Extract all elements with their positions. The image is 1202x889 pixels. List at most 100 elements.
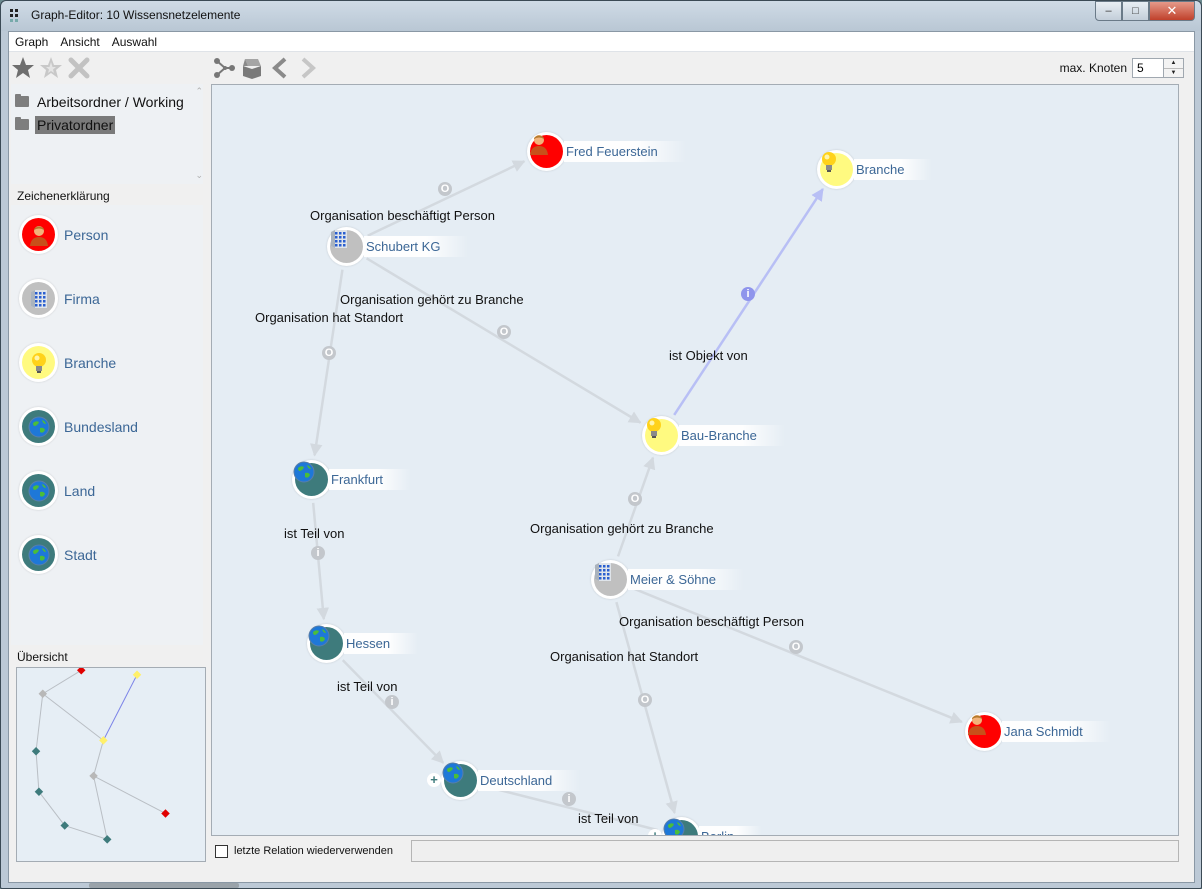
spin-up-button[interactable]: ▲ — [1164, 59, 1183, 68]
graph-node-hessen[interactable]: Hessen — [307, 624, 419, 663]
horizontal-scrollbar[interactable] — [89, 883, 239, 888]
legend-item-person[interactable]: Person — [19, 215, 108, 254]
spin-down-button[interactable]: ▼ — [1164, 67, 1183, 78]
legend-item-firma[interactable]: Firma — [19, 279, 100, 318]
scroll-down-icon[interactable]: ⌄ — [195, 170, 203, 181]
node-circle — [965, 712, 1004, 751]
graph-canvas[interactable]: Organisation beschäftigt Person O Organisa… — [211, 84, 1179, 836]
app-window: Graph-Editor: 10 Wissensnetzelemente – □… — [0, 0, 1202, 889]
chevron-right-icon[interactable] — [296, 56, 320, 80]
delete-x-icon[interactable] — [67, 56, 91, 80]
box-open-icon[interactable] — [240, 56, 264, 80]
star-outline-icon[interactable] — [39, 56, 63, 80]
reuse-relation-label: letzte Relation wiederverwenden — [234, 845, 393, 857]
menu-graph[interactable]: Graph — [15, 35, 48, 49]
legend-item-bundesland[interactable]: Bundesland — [19, 407, 138, 446]
client-area: Graph Ansicht Auswahl max. Knoten 5 ▲ ▼ … — [8, 31, 1195, 883]
cardinality-badge[interactable]: O — [789, 640, 803, 654]
minimap-edge — [93, 775, 166, 814]
star-filled-icon[interactable] — [11, 56, 35, 80]
graph-node-meier[interactable]: Meier & Söhne — [591, 560, 744, 599]
node-circle — [642, 416, 681, 455]
legend-title: Zeichenerklärung — [17, 189, 110, 203]
close-button[interactable]: ✕ — [1149, 1, 1195, 21]
cardinality-badge[interactable]: O — [322, 346, 336, 360]
graph-node-bau[interactable]: Bau-Branche — [642, 416, 785, 455]
edge-meier-berlin[interactable] — [615, 601, 678, 815]
legend-label: Stadt — [64, 546, 97, 563]
legend-label: Person — [64, 226, 109, 243]
edge-label[interactable]: Organisation beschäftigt Person — [310, 208, 495, 223]
graph-node-branche[interactable]: Branche — [817, 150, 933, 189]
graph-toolbar — [212, 54, 320, 82]
edge-label[interactable]: ist Teil von — [337, 679, 397, 694]
window-title: Graph-Editor: 10 Wissensnetzelemente — [31, 8, 241, 22]
edge-label[interactable]: Organisation gehört zu Branche — [340, 292, 524, 307]
node-circle — [292, 460, 331, 499]
minimap-edge — [64, 825, 108, 840]
edge-frankfurt-hessen[interactable] — [311, 502, 330, 621]
edge-label[interactable]: Organisation hat Standort — [255, 310, 403, 325]
graph-branch-icon[interactable] — [212, 56, 236, 80]
max-nodes-label: max. Knoten — [1059, 61, 1127, 75]
graph-node-jana[interactable]: Jana Schmidt — [965, 712, 1111, 751]
info-icon[interactable]: i — [311, 546, 325, 560]
edge-label[interactable]: ist Objekt von — [669, 348, 748, 363]
edge-label[interactable]: Organisation beschäftigt Person — [619, 614, 804, 629]
graph-node-frankfurt[interactable]: Frankfurt — [292, 460, 412, 499]
graph-node-deutschland[interactable]: + Deutschland — [427, 761, 581, 800]
cardinality-badge[interactable]: O — [628, 492, 642, 506]
node-label: Schubert KG — [364, 236, 469, 257]
legend-item-stadt[interactable]: Stadt — [19, 535, 97, 574]
minimap-edge — [93, 775, 108, 840]
folder-label: Arbeitsordner / Working — [37, 93, 184, 110]
node-circle — [327, 227, 366, 266]
legend-circle — [19, 407, 58, 446]
edge-label[interactable]: ist Teil von — [578, 811, 638, 826]
edge-label[interactable]: Organisation gehört zu Branche — [530, 521, 714, 536]
person-icon — [22, 218, 55, 251]
graph-node-fred[interactable]: Fred Feuerstein — [527, 132, 686, 171]
edge-label[interactable]: Organisation hat Standort — [550, 649, 698, 664]
edge-schubert-fred[interactable] — [367, 160, 526, 237]
folder-list: Arbeitsordner / Working Privatordner ⌃ ⌄ — [11, 84, 203, 184]
minimap-node — [161, 809, 170, 818]
menu-ansicht[interactable]: Ansicht — [60, 35, 99, 49]
info-icon[interactable]: i — [741, 287, 755, 301]
folder-item-privatordner[interactable]: Privatordner — [11, 113, 203, 136]
cardinality-badge[interactable]: O — [438, 182, 452, 196]
legend-panel: Person Firma Branche Bundesland Land Stadt — [11, 205, 203, 645]
cardinality-badge[interactable]: O — [638, 693, 652, 707]
legend-item-land[interactable]: Land — [19, 471, 95, 510]
cardinality-badge[interactable]: O — [497, 325, 511, 339]
maximize-button[interactable]: □ — [1122, 1, 1149, 21]
expand-icon[interactable]: + — [427, 773, 441, 787]
title-bar[interactable]: Graph-Editor: 10 Wissensnetzelemente – □… — [1, 1, 1201, 31]
edge-meier-bau[interactable] — [616, 456, 656, 557]
folder-label: Privatordner — [35, 115, 116, 134]
edge-hessen-deutschland[interactable] — [341, 659, 445, 764]
graph-node-berlin[interactable]: + Berlin — [648, 817, 763, 835]
edge-schubert-bau[interactable] — [365, 257, 642, 424]
reuse-relation-checkbox[interactable] — [215, 844, 228, 858]
edge-schubert-frankfurt[interactable] — [310, 269, 344, 457]
lightbulb-icon — [645, 418, 678, 452]
expand-icon[interactable]: + — [648, 829, 662, 835]
chevron-left-icon[interactable] — [268, 56, 292, 80]
legend-item-branche[interactable]: Branche — [19, 343, 116, 382]
edge-label[interactable]: ist Teil von — [284, 526, 344, 541]
node-label: Deutschland — [478, 770, 581, 791]
minimap-edge — [42, 669, 82, 695]
menu-auswahl[interactable]: Auswahl — [112, 35, 157, 49]
graph-node-schubert[interactable]: Schubert KG — [327, 227, 469, 266]
info-icon[interactable]: i — [385, 695, 399, 709]
edge-bau-branche[interactable] — [673, 188, 824, 416]
scroll-up-icon[interactable]: ⌃ — [195, 86, 203, 97]
minimize-button[interactable]: – — [1095, 1, 1122, 21]
node-label: Frankfurt — [329, 469, 412, 490]
overview-minimap[interactable] — [16, 667, 206, 862]
folder-icon — [15, 117, 29, 130]
max-nodes-spinner: ▲ ▼ — [1164, 58, 1184, 78]
max-nodes-input[interactable] — [1132, 58, 1164, 78]
folder-item-arbeitsordner[interactable]: Arbeitsordner / Working — [11, 90, 203, 113]
